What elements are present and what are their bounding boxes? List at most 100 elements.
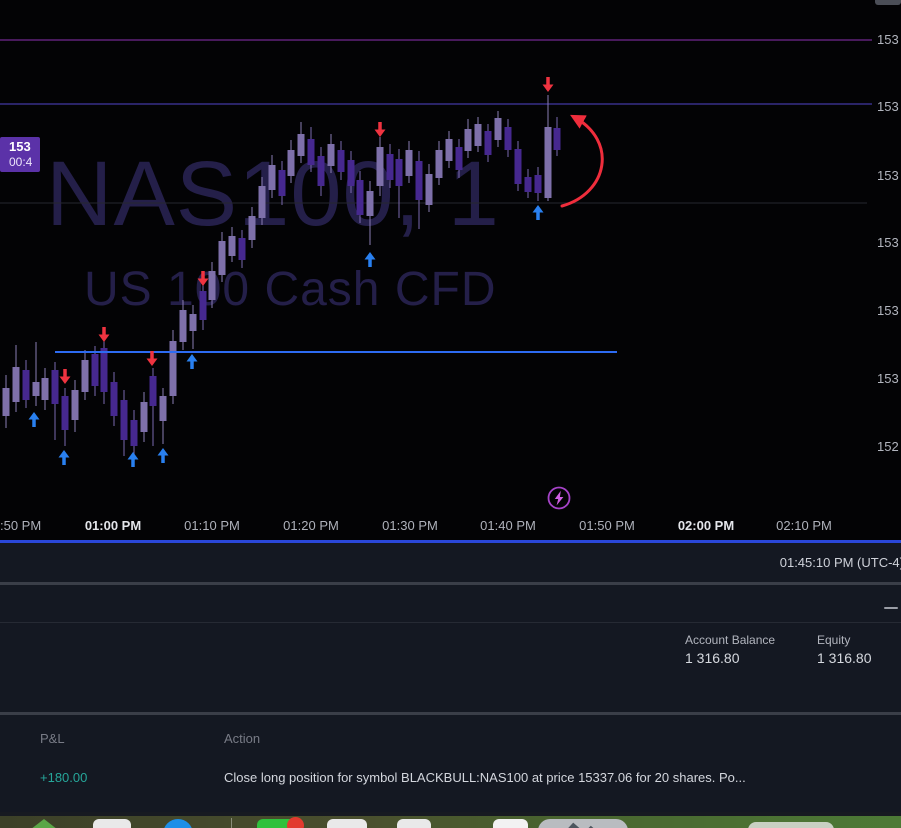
candle-down <box>307 139 315 165</box>
action-column-header: Action <box>224 731 261 746</box>
trading-app-window: NAS100, 1 US 100 Cash CFD 153 153 153 153 15… <box>0 0 901 828</box>
candle-up <box>445 139 453 161</box>
buy-signal-arrow-icon <box>127 452 139 460</box>
candle-up <box>248 216 256 240</box>
candle-down <box>22 370 30 400</box>
chart-pane[interactable]: NAS100, 1 US 100 Cash CFD 153 153 153 153 15… <box>0 0 901 540</box>
candle-up <box>474 124 482 146</box>
pnl-value: +180.00 <box>40 770 88 785</box>
candle-up <box>494 118 502 140</box>
candle-down <box>61 396 69 430</box>
photos-app-icon[interactable] <box>538 819 628 828</box>
price-label: 153 <box>877 99 899 114</box>
candle-up <box>435 150 443 178</box>
chart-canvas[interactable] <box>0 0 901 540</box>
candle-up <box>327 144 335 166</box>
time-label: 02:10 PM <box>776 518 832 533</box>
time-label: 01:00 PM <box>84 518 142 533</box>
candle-up <box>297 134 305 156</box>
account-balance-block: Account Balance 1 316.80 <box>685 632 775 667</box>
candle-up <box>376 147 384 186</box>
sell-signal-arrow-icon <box>98 334 110 342</box>
sell-signal-arrow-icon <box>59 376 71 384</box>
app-icon[interactable] <box>327 819 367 828</box>
candle-up <box>71 390 79 420</box>
candle-up <box>464 129 472 151</box>
wallpaper-cloud <box>748 822 834 828</box>
status-bar: 01:45:10 PM (UTC-4) <box>0 543 901 582</box>
candle-down <box>278 170 286 196</box>
time-label: 01:30 PM <box>382 518 438 533</box>
lightning-icon <box>547 486 571 510</box>
time-label: 01:20 PM <box>283 518 339 533</box>
candle-down <box>199 291 207 320</box>
equity-value: 1 316.80 <box>817 650 872 666</box>
session-clock: 01:45:10 PM (UTC-4) <box>779 555 901 570</box>
time-label: :50 PM <box>0 518 42 533</box>
candle-up <box>208 271 216 300</box>
candle-down <box>238 238 246 260</box>
candle-down <box>91 354 99 386</box>
sell-signal-arrow-icon <box>374 129 386 137</box>
account-summary: Account Balance 1 316.80 Equity 1 316.80 <box>0 622 901 712</box>
curved-arrow-drawing[interactable] <box>560 114 604 208</box>
candle-up <box>179 310 187 342</box>
candle-up <box>81 360 89 392</box>
candle-up <box>544 127 552 198</box>
candle-down <box>386 154 394 180</box>
badge-price: 153 <box>9 139 31 154</box>
candle-up <box>366 191 374 216</box>
candle-down <box>504 127 512 150</box>
candle-down <box>553 128 561 150</box>
candle-up <box>405 150 413 176</box>
action-text: Close long position for symbol BLACKBULL… <box>224 770 746 785</box>
time-axis[interactable]: :50 PM 01:00 PM 01:10 PM 01:20 PM 01:30 PM 01… <box>0 518 867 540</box>
time-label: 01:10 PM <box>184 518 240 533</box>
price-label: 153 <box>877 303 899 318</box>
account-balance-value: 1 316.80 <box>685 650 740 666</box>
time-label: 01:40 PM <box>480 518 536 533</box>
candle-down <box>149 376 157 406</box>
candle-down <box>484 131 492 155</box>
sell-signal-arrow-icon <box>197 278 209 286</box>
price-axis[interactable]: 153 153 153 153 153 153 152 <box>867 0 901 515</box>
candle-down <box>524 177 532 192</box>
blue-circle-app-icon[interactable] <box>163 819 193 828</box>
history-table: P&L Action +180.00 Close long position f… <box>0 715 901 812</box>
badge-countdown: 00:4 <box>9 155 33 169</box>
candle-down <box>395 159 403 186</box>
pnl-column-header: P&L <box>40 731 65 746</box>
candle-down <box>534 175 542 193</box>
candle-up <box>228 236 236 256</box>
quick-trade-lightning-button[interactable] <box>547 486 571 510</box>
candle-up <box>189 314 197 331</box>
price-label: 153 <box>877 168 899 183</box>
desktop-dock <box>0 816 901 828</box>
candle-up <box>268 165 276 190</box>
candle-up <box>425 174 433 205</box>
candle-down <box>120 400 128 440</box>
price-label: 153 <box>877 235 899 250</box>
candle-down <box>110 382 118 416</box>
candle-down <box>51 370 59 404</box>
app-icon[interactable] <box>493 819 528 828</box>
app-icon[interactable] <box>397 819 431 828</box>
price-label: 153 <box>877 32 899 47</box>
candle-down <box>100 348 108 392</box>
candle-up <box>140 402 148 432</box>
candle-down <box>337 150 345 172</box>
buy-signal-arrow-icon <box>157 448 169 456</box>
app-icon[interactable] <box>93 819 131 828</box>
collapse-panel-button[interactable] <box>884 607 898 609</box>
buy-signal-arrow-icon <box>186 354 198 362</box>
candle-down <box>514 149 522 184</box>
candle-down <box>455 147 463 170</box>
account-balance-label: Account Balance <box>685 633 776 647</box>
candle-up <box>169 341 177 396</box>
candle-down <box>317 156 325 186</box>
candle-up <box>258 186 266 218</box>
equity-label: Equity <box>817 633 851 647</box>
sell-signal-arrow-icon <box>146 358 158 366</box>
grass-block-app-icon[interactable] <box>27 819 61 828</box>
buy-signal-arrow-icon <box>28 412 40 420</box>
